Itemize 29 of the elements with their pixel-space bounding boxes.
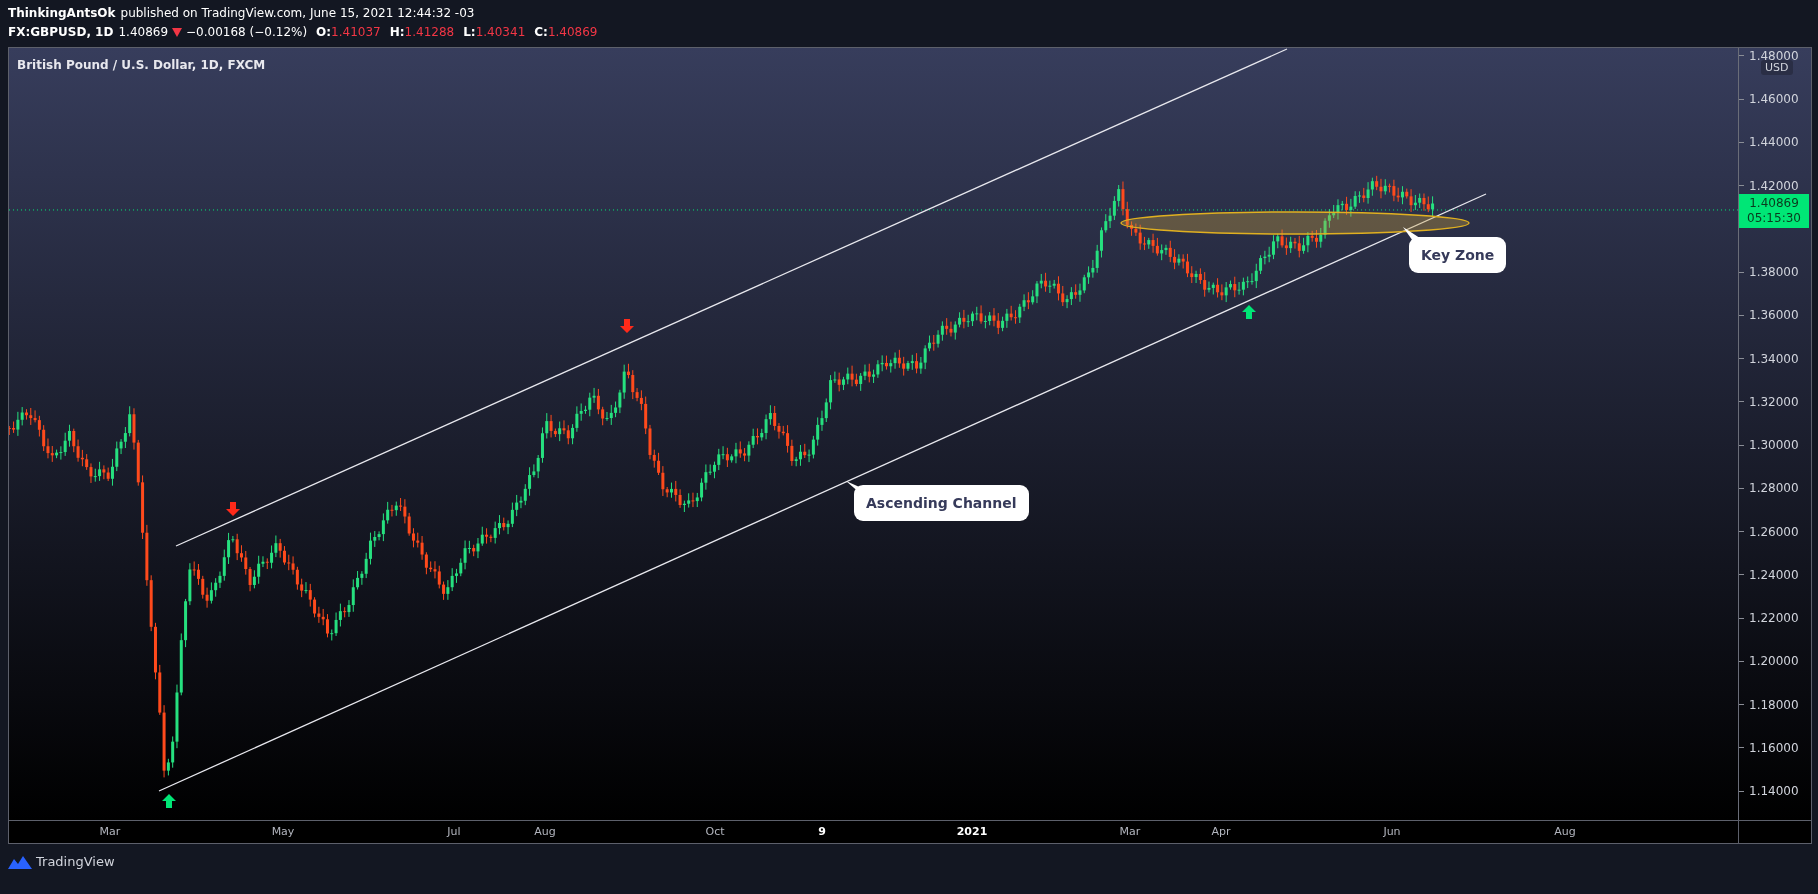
time-axis-label: Oct (705, 825, 725, 838)
last-price: 1.40869 (118, 24, 169, 41)
currency-badge: USD (1761, 60, 1793, 75)
ohlc-label: C: (534, 24, 548, 41)
publish-info: published on TradingView.com, June 15, 2021 12:44:32 -03 (120, 5, 475, 22)
chart-title: British Pound / U.S. Dollar, 1D, FXCM (17, 58, 266, 72)
time-axis-label: 9 (818, 825, 826, 838)
price-change: −0.00168 (−0.12%) (186, 24, 308, 41)
author-name: ThinkingAntsOk (8, 5, 116, 22)
brand-name: TradingView (36, 854, 115, 869)
time-axis-label: Mar (99, 825, 121, 838)
ohlc-label: O: (316, 24, 332, 41)
ohlc-value: 1.40341 (475, 24, 526, 41)
ohlc-label: L: (463, 24, 476, 41)
brand-logo-icon (8, 854, 32, 869)
current-price-tag: 1.40869 05:15:30 (1739, 193, 1809, 228)
ohlc-value: 1.41037 (331, 24, 381, 41)
time-axis-label: May (271, 825, 295, 838)
ohlc-label: H: (389, 24, 405, 41)
ohlc-value: 1.41288 (404, 24, 455, 41)
time-axis-label: Jul (447, 825, 461, 838)
ohlc-value: 1.40869 (547, 24, 598, 41)
time-axis-label: Jun (1383, 825, 1401, 838)
time-axis-label: Aug (1554, 825, 1576, 838)
symbol-label: FX:GBPUSD, 1D (8, 24, 114, 41)
time-axis-label: 2021 (956, 825, 988, 838)
time-axis-label: Aug (534, 825, 556, 838)
time-axis-label: Mar (1119, 825, 1141, 838)
time-axis-label: Apr (1211, 825, 1231, 838)
